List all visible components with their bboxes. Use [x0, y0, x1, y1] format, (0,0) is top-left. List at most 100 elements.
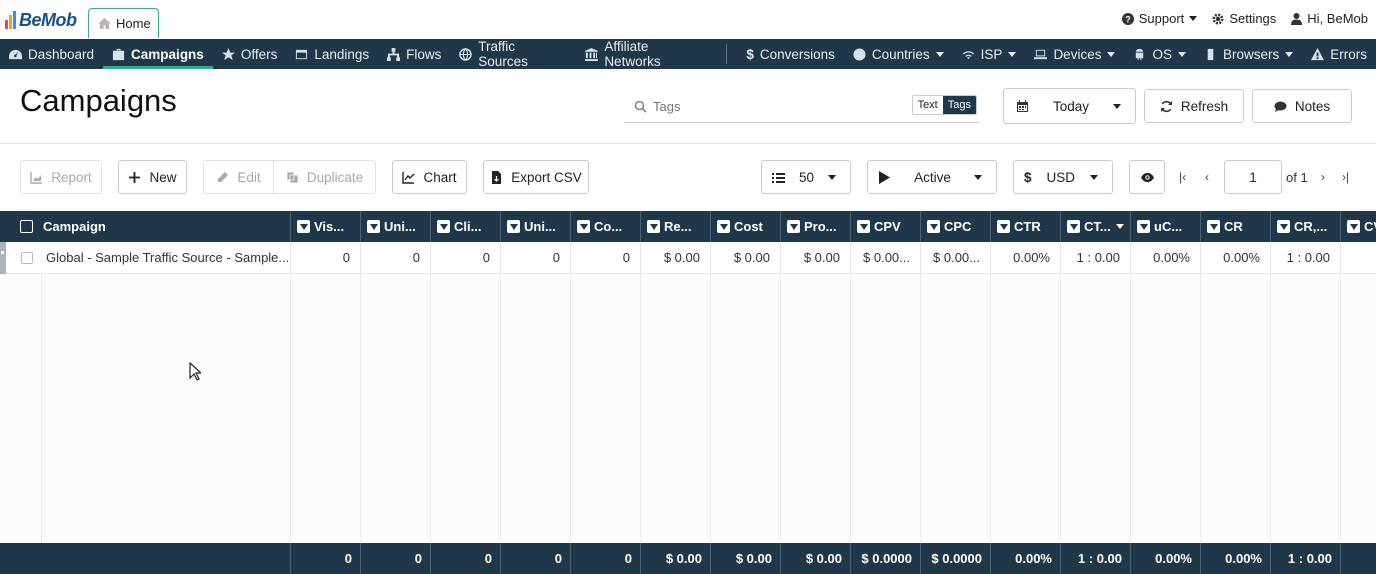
column-header-unique-visits[interactable]: Uni...: [361, 211, 431, 242]
column-header-cr[interactable]: CR: [1201, 211, 1271, 242]
user-greeting: Hi, BeMob: [1307, 11, 1368, 26]
column-header-cpc[interactable]: CPC: [921, 211, 991, 242]
grid-column-divider: [1130, 274, 1131, 544]
total-visits: 0: [291, 543, 361, 574]
prev-page-icon[interactable]: ‹: [1205, 170, 1209, 184]
notes-button[interactable]: Notes: [1252, 89, 1352, 123]
grid-column-divider: [360, 274, 361, 544]
filter-icon[interactable]: [437, 220, 450, 233]
nav-dashboard[interactable]: Dashboard: [0, 39, 103, 69]
edit-button[interactable]: Edit: [203, 160, 274, 194]
grid-column-divider: [1270, 274, 1271, 544]
status-filter-select[interactable]: Active: [867, 160, 997, 194]
tags-input[interactable]: [653, 99, 883, 114]
filter-icon[interactable]: [717, 220, 730, 233]
column-header-uctr[interactable]: uC...: [1131, 211, 1201, 242]
filter-icon[interactable]: [1347, 220, 1360, 233]
nav-flows[interactable]: Flows: [378, 39, 450, 69]
nav-os[interactable]: OS: [1124, 39, 1195, 69]
select-all-checkbox[interactable]: [20, 220, 33, 233]
settings-label: Settings: [1229, 11, 1277, 26]
home-tab[interactable]: Home: [88, 8, 159, 38]
next-page-icon[interactable]: ›: [1321, 170, 1325, 184]
nav-isp-label: ISP: [980, 46, 1003, 62]
date-range-picker[interactable]: Today: [1003, 88, 1136, 124]
column-header-ct-ratio[interactable]: CT...: [1061, 211, 1131, 242]
nav-devices-label: Devices: [1053, 46, 1102, 62]
nav-campaigns[interactable]: Campaigns: [103, 39, 213, 69]
nav-conversions[interactable]: $ Conversions: [737, 39, 844, 69]
currency-value: USD: [1046, 169, 1076, 185]
notes-label: Notes: [1294, 98, 1331, 114]
pencil-icon: [218, 171, 229, 182]
last-page-icon[interactable]: ›|: [1342, 170, 1349, 184]
sort-desc-icon[interactable]: [1115, 224, 1124, 229]
total-clicks: 0: [431, 543, 501, 574]
columns-visibility-button[interactable]: [1129, 160, 1165, 194]
column-header-cpv[interactable]: CPV: [851, 211, 921, 242]
bemob-logo[interactable]: BeMob: [5, 9, 77, 31]
column-header-campaign[interactable]: Campaign: [0, 211, 291, 242]
filter-icon[interactable]: [507, 220, 520, 233]
column-header-visits[interactable]: Vis...: [291, 211, 361, 242]
duplicate-label: Duplicate: [306, 169, 364, 185]
settings-link[interactable]: Settings: [1212, 11, 1276, 26]
filter-icon[interactable]: [647, 220, 660, 233]
filter-icon[interactable]: [857, 220, 870, 233]
page-number-input[interactable]: 1: [1224, 160, 1282, 194]
user-menu[interactable]: Hi, BeMob: [1291, 11, 1368, 26]
filter-icon[interactable]: [927, 220, 940, 233]
filter-icon[interactable]: [577, 220, 590, 233]
column-header-cr-ratio[interactable]: CR,...: [1271, 211, 1341, 242]
refresh-button[interactable]: Refresh: [1144, 89, 1244, 123]
column-header-label: CR,...: [1294, 219, 1328, 234]
report-button[interactable]: Report: [20, 160, 102, 194]
tag-mode-text[interactable]: Text: [913, 96, 943, 114]
column-header-ctr[interactable]: CTR: [991, 211, 1061, 242]
nav-countries[interactable]: Countries: [844, 39, 953, 69]
filter-icon[interactable]: [1207, 220, 1220, 233]
per-page-select[interactable]: 50: [761, 160, 851, 194]
column-header-cv[interactable]: CV: [1341, 211, 1376, 242]
nav-browsers[interactable]: Browsers: [1195, 39, 1302, 69]
nav-landings[interactable]: Landings: [286, 39, 378, 69]
column-header-cost[interactable]: Cost: [711, 211, 781, 242]
filter-icon[interactable]: [997, 220, 1010, 233]
grid-column-divider: [500, 274, 501, 544]
table-row[interactable]: Global - Sample Traffic Source - Sample.…: [0, 242, 1376, 274]
filter-icon[interactable]: [1137, 220, 1150, 233]
filter-icon[interactable]: [297, 220, 310, 233]
column-header-clicks[interactable]: Cli...: [431, 211, 501, 242]
export-csv-button[interactable]: Export CSV: [483, 160, 589, 194]
cell-revenue: $ 0.00: [641, 242, 711, 273]
tag-mode-tags[interactable]: Tags: [942, 96, 976, 114]
filter-icon[interactable]: [1277, 220, 1290, 233]
support-menu[interactable]: ? Support: [1121, 11, 1198, 26]
grid-toolbar: Report New Edit Duplicate Chart Export C…: [0, 144, 1376, 211]
chevron-down-icon: [1113, 103, 1121, 109]
grid-column-divider: [570, 274, 571, 544]
grid-column-divider: [920, 274, 921, 544]
total-cost: $ 0.00: [711, 543, 781, 574]
column-header-conversions[interactable]: Co...: [571, 211, 641, 242]
currency-select[interactable]: $ USD: [1013, 160, 1113, 194]
nav-isp[interactable]: ISP: [953, 39, 1026, 69]
column-header-revenue[interactable]: Re...: [641, 211, 711, 242]
filter-icon[interactable]: [1067, 220, 1080, 233]
nav-affiliate-networks[interactable]: Affiliate Networks: [576, 39, 716, 69]
nav-devices[interactable]: Devices: [1025, 39, 1124, 69]
first-page-icon[interactable]: |‹: [1179, 170, 1186, 184]
total-cr: 0.00%: [1201, 543, 1271, 574]
user-icon: [1291, 12, 1303, 25]
nav-offers[interactable]: Offers: [213, 39, 287, 69]
column-header-unique-clicks[interactable]: Uni...: [501, 211, 571, 242]
filter-icon[interactable]: [367, 220, 380, 233]
filter-icon[interactable]: [787, 220, 800, 233]
landing-icon: [296, 49, 308, 59]
nav-traffic-sources[interactable]: Traffic Sources: [450, 39, 576, 69]
duplicate-button[interactable]: Duplicate: [273, 160, 376, 194]
chart-button[interactable]: Chart: [392, 160, 467, 194]
column-header-profit[interactable]: Pro...: [781, 211, 851, 242]
nav-errors[interactable]: Errors: [1302, 39, 1376, 69]
new-button[interactable]: New: [118, 160, 187, 194]
